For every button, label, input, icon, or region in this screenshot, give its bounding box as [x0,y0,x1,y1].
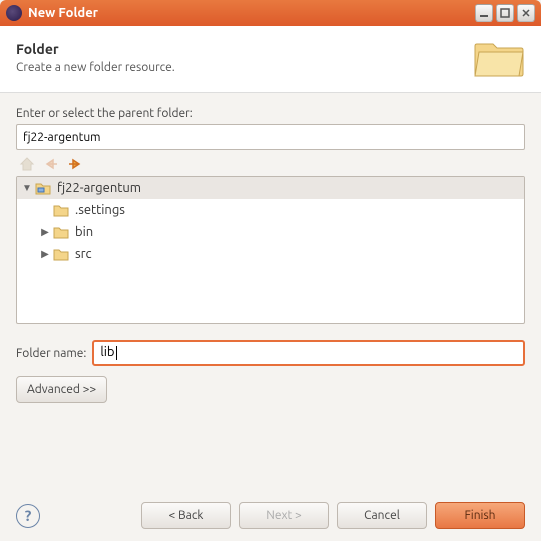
folder-icon [53,247,69,261]
advanced-button[interactable]: Advanced >> [16,376,107,403]
back-arrow-icon[interactable] [42,156,60,172]
tree-label: bin [75,225,93,239]
folder-name-input[interactable]: lib [92,340,525,366]
minimize-icon [479,8,489,18]
expand-arrow-icon[interactable]: ▶ [39,248,51,260]
close-icon [521,8,531,18]
tree-toolbar [16,150,525,176]
help-icon[interactable]: ? [16,504,40,528]
expand-arrow-icon[interactable]: ▼ [21,182,33,194]
tree-row[interactable]: ▶ .settings [17,199,524,221]
cancel-button[interactable]: Cancel [337,502,427,529]
folder-tree[interactable]: ▼ fj22-argentum ▶ .settings ▶ bin ▶ [16,176,525,324]
window-title: New Folder [28,6,472,20]
next-button: Next > [239,502,329,529]
expand-arrow-icon[interactable]: ▶ [39,226,51,238]
tree-label-root: fj22-argentum [57,181,141,195]
tree-row[interactable]: ▶ src [17,243,524,265]
maximize-icon [500,8,510,18]
folder-large-icon [473,36,525,78]
close-button[interactable] [517,4,535,22]
eclipse-icon [6,5,22,21]
tree-label: src [75,247,92,261]
finish-button[interactable]: Finish [435,502,525,529]
folder-icon [53,225,69,239]
forward-arrow-icon[interactable] [66,156,84,172]
header-subtitle: Create a new folder resource. [16,61,473,74]
folder-icon [53,203,69,217]
tree-label: .settings [75,203,125,217]
titlebar: New Folder [0,0,541,26]
dialog-body: Enter or select the parent folder: ▼ fj2… [0,93,541,413]
header-title: Folder [16,41,473,57]
project-folder-icon [35,181,51,195]
tree-row[interactable]: ▶ bin [17,221,524,243]
minimize-button[interactable] [475,4,493,22]
dialog-footer: ? < Back Next > Cancel Finish [16,502,525,529]
parent-folder-label: Enter or select the parent folder: [16,107,525,120]
parent-folder-input[interactable] [16,124,525,150]
back-button[interactable]: < Back [141,502,231,529]
folder-name-label: Folder name: [16,347,86,360]
dialog-header: Folder Create a new folder resource. [0,26,541,93]
tree-row-root[interactable]: ▼ fj22-argentum [17,177,524,199]
maximize-button[interactable] [496,4,514,22]
home-icon[interactable] [18,156,36,172]
